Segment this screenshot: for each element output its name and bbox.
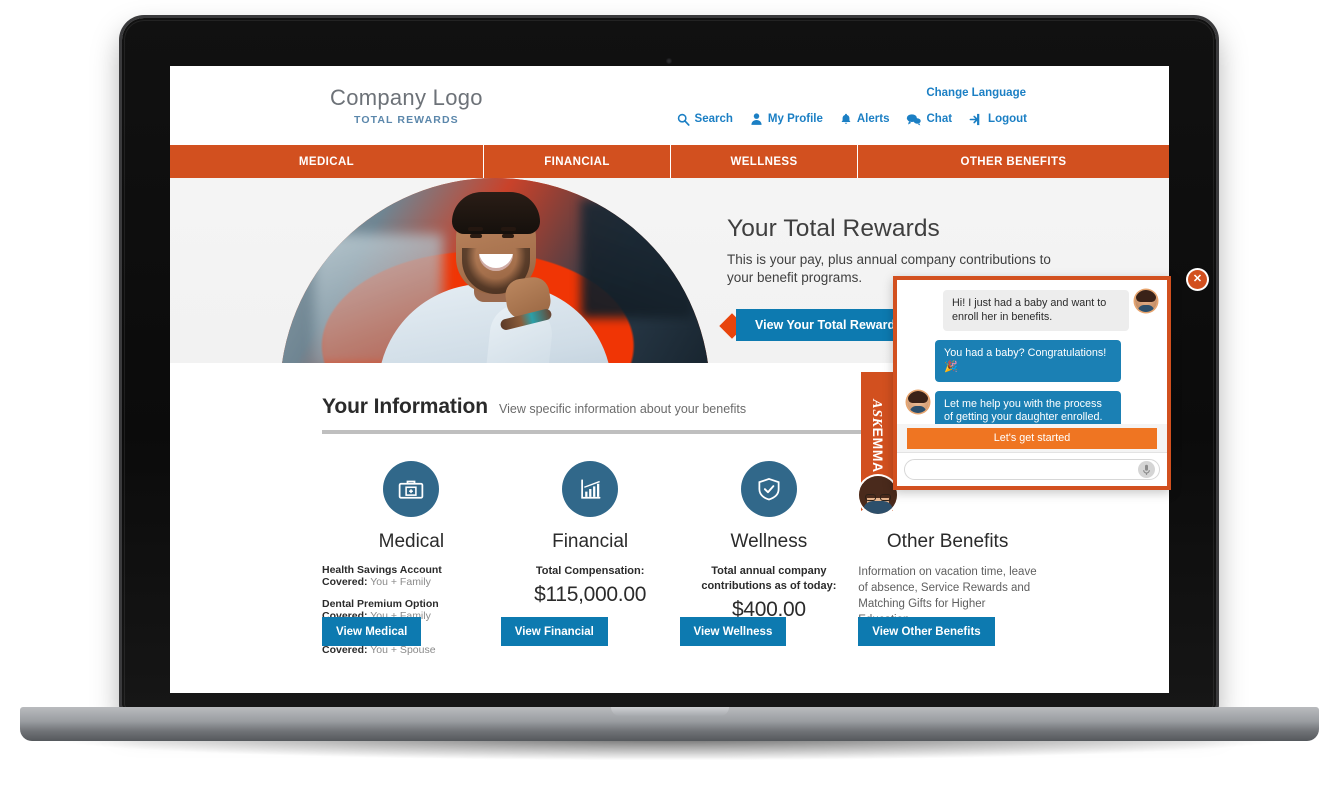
plan-name: Dental Premium Option (322, 598, 439, 610)
party-popper-icon: 🎉 (944, 360, 958, 373)
stat-value: $115,000.00 (534, 582, 647, 606)
benefit-card-title: Other Benefits (886, 531, 1009, 552)
logout-icon (969, 113, 983, 126)
utility-label-logout: Logout (988, 113, 1027, 125)
page-title: Your Information (322, 395, 489, 418)
chat-bubble-text: Hi! I just had a baby and want to enroll… (943, 290, 1129, 332)
laptop-base-shadow (60, 738, 1279, 760)
medical-kit-icon (383, 461, 440, 517)
hero-title: Your Total Rewards (727, 215, 940, 242)
chat-cta-zone: Let's get started (897, 424, 1167, 452)
chat-bubble-icon (906, 113, 922, 126)
view-financial-button[interactable]: View Financial (500, 617, 608, 646)
utility-item-search[interactable]: Search (677, 113, 733, 126)
nav-item-medical[interactable]: MEDICAL (170, 145, 484, 178)
emma-avatar (859, 476, 897, 514)
user-avatar (1135, 290, 1157, 312)
ask-emma-tab-label: ASKEMMA (868, 399, 886, 472)
benefit-card-title: Wellness (730, 531, 808, 552)
lets-get-started-button[interactable]: Let's get started (907, 427, 1157, 449)
hero-image (280, 178, 710, 363)
utility-item-chat[interactable]: Chat (906, 113, 952, 126)
chat-message-bot: You had a baby? Congratulations! 🎉 (907, 340, 1157, 382)
card-button-row: View Medical View Financial View Wellnes… (322, 617, 1037, 646)
nav-item-financial[interactable]: FINANCIAL (484, 145, 671, 178)
utility-nav: Search My Profile Alerts Chat Logout (677, 112, 1027, 126)
nav-item-wellness[interactable]: WELLNESS (671, 145, 858, 178)
close-icon[interactable]: ✕ (1188, 270, 1207, 289)
utility-label-my-profile: My Profile (767, 113, 823, 125)
ask-emma-tab-script-text: ASK (869, 399, 884, 428)
chat-message-list: Hi! I just had a baby and want to enroll… (897, 280, 1167, 432)
stat-label: Total Compensation: (535, 565, 645, 577)
benefit-card-title: Financial (552, 531, 629, 552)
webcam-icon (666, 58, 672, 64)
list-item: Health Savings Account Covered: You + Fa… (322, 564, 501, 588)
utility-item-alerts[interactable]: Alerts (840, 112, 890, 126)
site-header: Company Logo TOTAL REWARDS Change Langua… (170, 66, 1169, 145)
change-language-link[interactable]: Change Language (926, 87, 1026, 99)
ask-emma-tab-bold-text: EMMA (870, 427, 886, 473)
laptop-base (20, 707, 1319, 741)
logo-primary-text: Company Logo (330, 85, 483, 110)
microphone-icon[interactable] (1138, 461, 1155, 478)
view-other-benefits-button[interactable]: View Other Benefits (858, 617, 995, 646)
ask-emma-chat-widget: ASKEMMA Hi! I just had a baby and want t… (859, 270, 1207, 526)
main-navigation: MEDICAL FINANCIAL WELLNESS OTHER BENEFIT… (170, 145, 1169, 178)
utility-label-chat: Chat (926, 113, 953, 125)
chat-bubble-text: You had a baby? Congratulations! 🎉 (935, 340, 1121, 382)
logo-secondary-text: TOTAL REWARDS (354, 114, 459, 126)
section-heading: Your Information View specific informati… (322, 395, 746, 419)
plan-coverage: Covered: You + Family (322, 576, 501, 588)
utility-item-logout[interactable]: Logout (969, 113, 1027, 126)
utility-item-my-profile[interactable]: My Profile (750, 112, 823, 126)
utility-label-search: Search (694, 113, 733, 125)
user-icon (750, 112, 763, 126)
chat-input[interactable] (904, 459, 1160, 480)
nav-item-other-benefits[interactable]: OTHER BENEFITS (858, 145, 1169, 178)
benefit-card-title: Medical (378, 531, 445, 552)
plan-name: Health Savings Account (322, 564, 442, 576)
search-icon (677, 113, 690, 126)
section-description: View specific information about your ben… (499, 402, 747, 416)
bar-chart-icon (562, 461, 619, 517)
screenshot-stage: Company Logo TOTAL REWARDS Change Langua… (0, 0, 1339, 807)
financial-stat: Total Compensation: $115,000.00 (501, 564, 680, 607)
chat-bubble-body: You had a baby? Congratulations! (944, 347, 1107, 360)
stat-label: Total annual company contributions as of… (701, 565, 837, 592)
bell-icon (840, 112, 852, 126)
chat-panel: Hi! I just had a baby and want to enroll… (893, 270, 1207, 490)
chat-message-user: Hi! I just had a baby and want to enroll… (907, 290, 1157, 332)
emma-message-avatar (907, 390, 929, 413)
coverage-label: Covered: (322, 576, 368, 588)
utility-label-alerts: Alerts (856, 113, 890, 125)
wellness-stat: Total annual company contributions as of… (680, 564, 859, 622)
chat-input-zone (897, 452, 1167, 486)
logo[interactable]: Company Logo TOTAL REWARDS (330, 85, 483, 126)
view-medical-button[interactable]: View Medical (322, 617, 422, 646)
hero-person-illustration (370, 186, 620, 363)
coverage-value: You + Family (370, 576, 431, 588)
view-wellness-button[interactable]: View Wellness (679, 617, 787, 646)
shield-check-icon (740, 461, 797, 517)
